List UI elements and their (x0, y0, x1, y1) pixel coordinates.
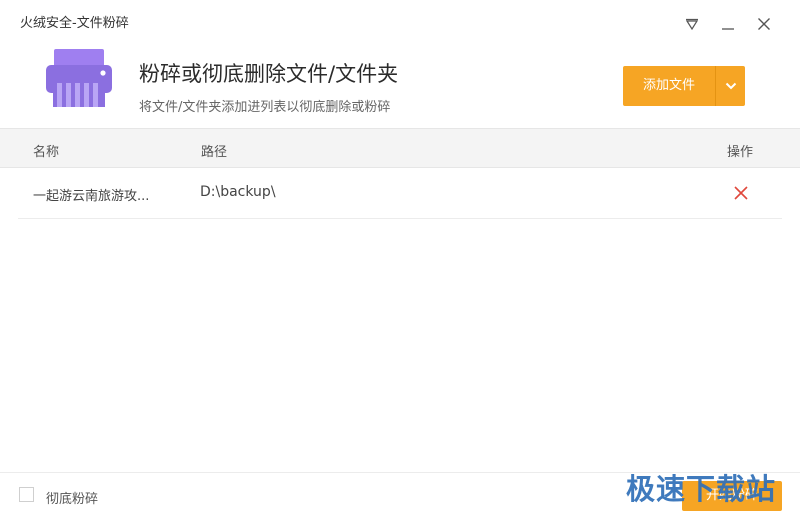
add-file-button[interactable]: 添加文件 (623, 66, 745, 106)
chevron-down-icon[interactable] (716, 66, 745, 106)
file-path-cell: D:\backup\ (200, 184, 276, 200)
table-header: 名称 路径 操作 (0, 128, 800, 168)
page-header: 粉碎或彻底删除文件/文件夹 将文件/文件夹添加进列表以彻底删除或粉碎 添加文件 (0, 40, 800, 128)
thorough-shred-checkbox[interactable] (19, 487, 34, 502)
add-file-label[interactable]: 添加文件 (623, 66, 715, 106)
title-bar: 火绒安全-文件粉碎 (0, 0, 800, 40)
file-name-cell: 一起游云南旅游攻... (33, 189, 150, 204)
delete-x-icon[interactable] (733, 185, 749, 201)
window-title: 火绒安全-文件粉碎 (20, 16, 129, 31)
page-title: 粉碎或彻底删除文件/文件夹 (139, 62, 399, 86)
column-header-path: 路径 (201, 145, 228, 160)
close-icon[interactable] (754, 14, 774, 34)
column-header-name: 名称 (33, 145, 60, 160)
column-header-action: 操作 (727, 145, 754, 160)
watermark-logo: 极速下载站 (626, 472, 777, 506)
minimize-icon[interactable] (718, 14, 738, 34)
thorough-shred-label: 彻底粉碎 (46, 492, 99, 507)
table-row: 一起游云南旅游攻... D:\backup\ (18, 168, 782, 219)
file-shredder-window: 火绒安全-文件粉碎 粉碎或彻底删除文件/文件夹 将文件/文件夹添加进列表以彻底删… (0, 0, 800, 515)
page-subtitle: 将文件/文件夹添加进列表以彻底删除或粉碎 (139, 100, 391, 115)
triangle-menu-icon[interactable] (682, 14, 702, 34)
shredder-icon (44, 49, 114, 109)
